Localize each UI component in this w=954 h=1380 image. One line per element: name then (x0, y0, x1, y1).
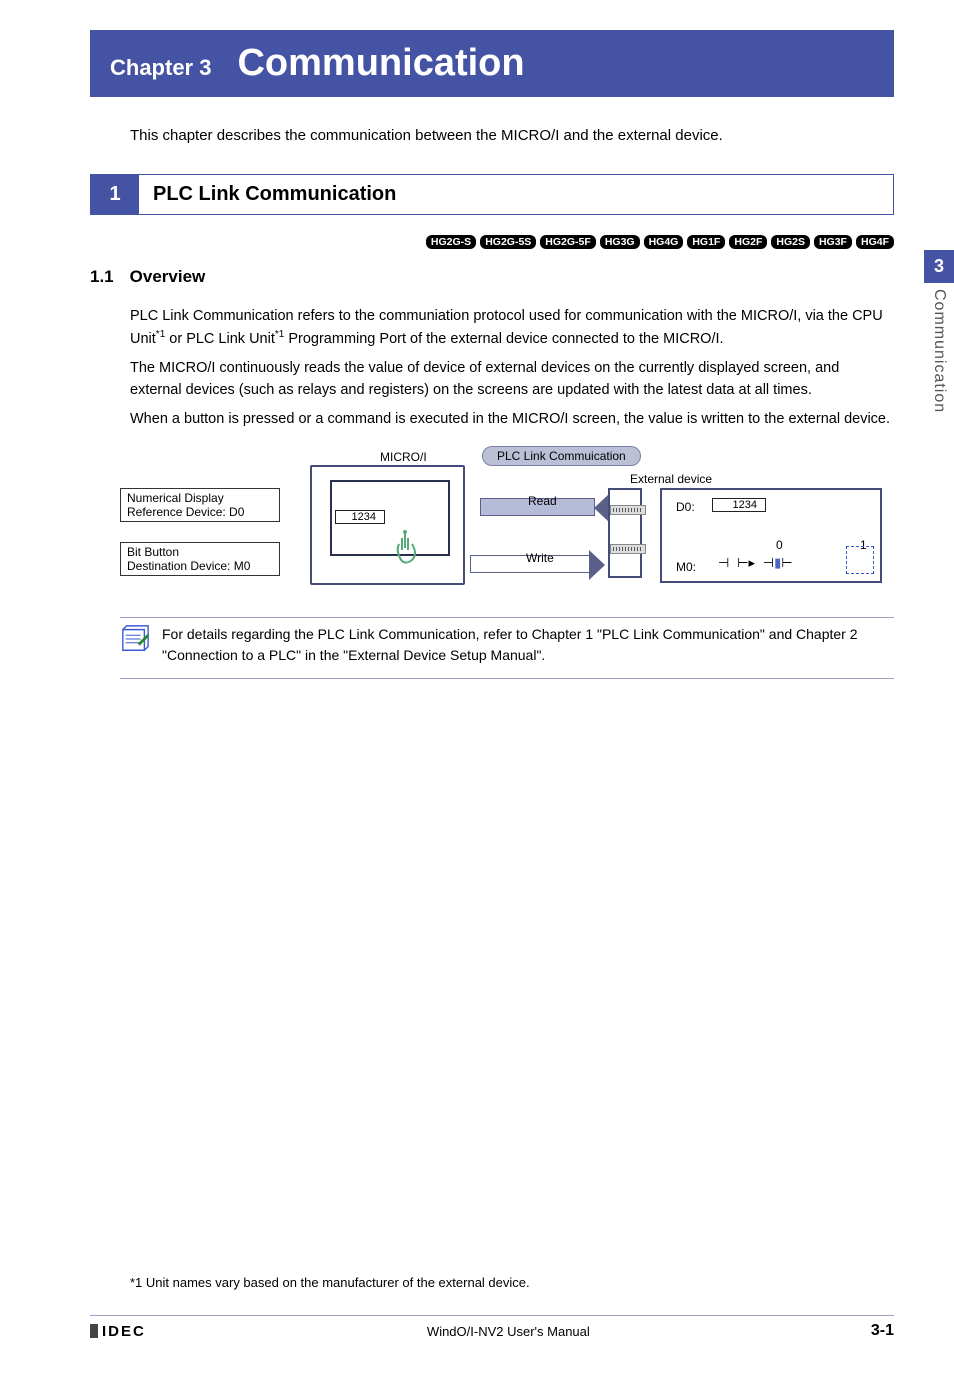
side-chapter-tab: 3 Communication (924, 250, 954, 413)
diagram-bitbutton-l1: Bit Button (127, 545, 273, 559)
footer-page-number: 3-1 (871, 1322, 894, 1340)
connector-icon (610, 544, 646, 554)
model-badge: HG1F (687, 235, 725, 249)
diagram-screen-value: 1234 (335, 510, 385, 524)
footnote-text: *1 Unit names vary based on the manufact… (130, 1275, 530, 1290)
diagram-d0-label: D0: (676, 500, 695, 514)
page-footer: IDEC WindO/I-NV2 User's Manual 3-1 (90, 1315, 894, 1340)
chapter-heading-bar: Chapter 3 Communication (90, 30, 894, 97)
model-badge: HG2G-S (426, 235, 476, 249)
diagram-bit-zero: 0 (776, 538, 783, 552)
side-tab-label: Communication (930, 289, 948, 413)
body-text: PLC Link Communication refers to the com… (130, 305, 894, 430)
model-badge: HG2S (771, 235, 810, 249)
chapter-intro-text: This chapter describes the communication… (130, 127, 894, 144)
para-1c: Programming Port of the external device … (284, 331, 723, 347)
connector-icon (610, 505, 646, 515)
diagram-read-label: Read (528, 494, 557, 508)
highlight-icon (846, 546, 874, 574)
footer-brand: IDEC (90, 1323, 146, 1340)
diagram-d0-value: 1234 (712, 498, 766, 512)
diagram-numerical-display-l2: Reference Device: D0 (127, 505, 273, 519)
diagram-external-module (608, 488, 642, 578)
model-badge: HG2G-5S (480, 235, 536, 249)
section-title: PLC Link Communication (139, 175, 410, 214)
model-badge: HG3F (814, 235, 852, 249)
diagram-microi-label: MICRO/I (380, 450, 427, 464)
footer-manual-name: WindO/I-NV2 User's Manual (427, 1324, 590, 1339)
diagram-write-label: Write (526, 551, 554, 565)
footnote-ref: *1 (156, 329, 165, 340)
side-tab-number: 3 (924, 250, 954, 283)
chapter-number-label: Chapter 3 (110, 55, 211, 81)
diagram-m0-label: M0: (676, 560, 696, 574)
chapter-title: Communication (237, 42, 524, 85)
model-badge-row: HG2G-S HG2G-5S HG2G-5F HG3G HG4G HG1F HG… (90, 235, 894, 249)
note-book-icon (120, 624, 150, 654)
para-2: The MICRO/I continuously reads the value… (130, 357, 894, 402)
model-badge: HG4F (856, 235, 894, 249)
para-1b: or PLC Link Unit (165, 331, 275, 347)
diagram-container: MICRO/I PLC Link Commuication External d… (120, 450, 894, 605)
diagram-plc-pill: PLC Link Commuication (482, 446, 641, 466)
divider (120, 617, 894, 618)
model-badge: HG4G (644, 235, 684, 249)
subsection-heading: 1.1 Overview (90, 267, 894, 287)
note-text: For details regarding the PLC Link Commu… (162, 624, 894, 666)
divider (120, 678, 894, 679)
model-badge: HG3G (600, 235, 640, 249)
model-badge: HG2F (729, 235, 767, 249)
diagram-bitbutton-l2: Destination Device: M0 (127, 559, 273, 573)
subsection-number: 1.1 (90, 267, 114, 287)
diagram-numerical-display-l1: Numerical Display (127, 491, 273, 505)
touch-icon (388, 528, 422, 571)
model-badge: HG2G-5F (540, 235, 596, 249)
footnote-ref: *1 (275, 329, 284, 340)
note-row: For details regarding the PLC Link Commu… (120, 624, 894, 666)
section-heading: 1 PLC Link Communication (90, 174, 894, 215)
section-number: 1 (91, 175, 139, 214)
diagram-external-label: External device (630, 472, 712, 486)
para-3: When a button is pressed or a command is… (130, 408, 894, 430)
subsection-title: Overview (130, 267, 206, 287)
ladder-icon: ⊣ ⊢▸ ⊣▮⊢ (718, 556, 793, 571)
